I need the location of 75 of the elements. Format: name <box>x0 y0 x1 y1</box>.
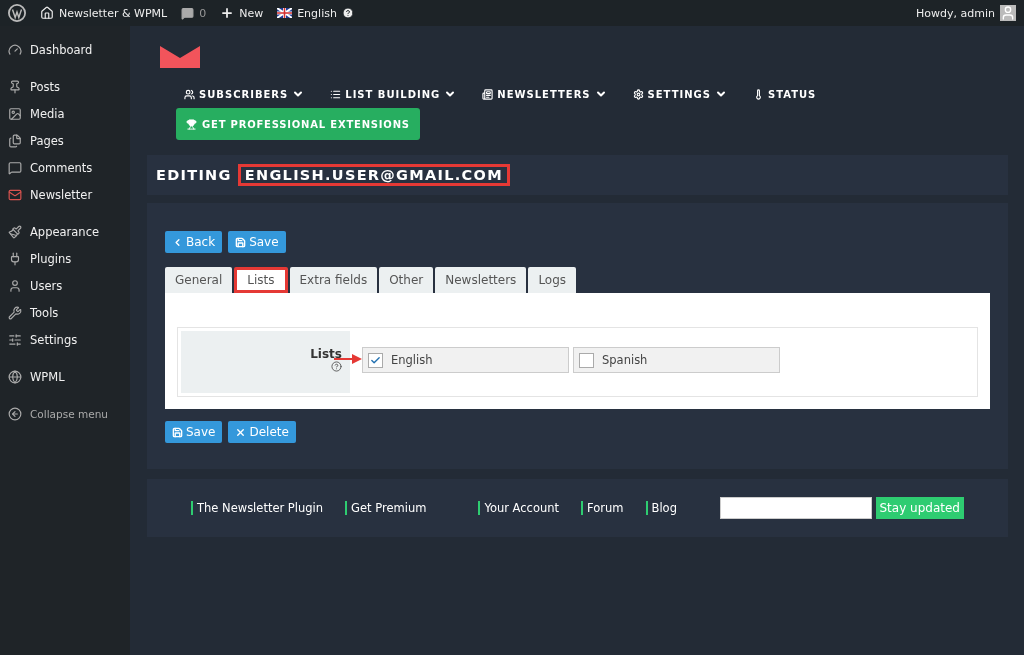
wordpress-logo[interactable] <box>8 4 26 22</box>
sidebar-item[interactable]: Posts <box>0 73 130 100</box>
gauge-icon <box>8 42 22 57</box>
tab[interactable]: General <box>165 267 233 293</box>
tab[interactable]: Extra fields <box>289 267 378 293</box>
plug-icon <box>8 251 22 266</box>
comment-count[interactable]: 0 <box>199 6 207 20</box>
sidebar-item[interactable]: Tools <box>0 299 130 326</box>
flag-icon <box>277 8 293 18</box>
plus-icon <box>220 6 235 20</box>
help-icon <box>341 7 354 19</box>
sidebar-item[interactable]: Pages <box>0 127 130 154</box>
sidebar-item[interactable]: Newsletter <box>0 181 130 208</box>
comment-icon <box>181 6 195 20</box>
sidebar-item[interactable]: Media <box>0 100 130 127</box>
option-label: English <box>391 353 433 367</box>
wrench-icon <box>8 305 22 320</box>
help-icon <box>331 361 342 372</box>
sliders-icon <box>8 332 22 347</box>
tab[interactable]: Lists <box>234 267 288 293</box>
sidebar-item[interactable]: Settings <box>0 326 130 353</box>
menu-item[interactable]: NEWSLETTERS <box>482 88 607 100</box>
tab[interactable]: Newsletters <box>435 267 527 293</box>
greeting-link[interactable]: Howdy, admin <box>916 6 995 20</box>
comment-icon <box>8 160 22 175</box>
email-heading: ENGLISH.USER@GMAIL.COM <box>237 164 510 186</box>
save-icon <box>235 236 247 248</box>
sidebar-item[interactable]: Appearance <box>0 218 130 245</box>
menu-item[interactable]: LIST BUILDING <box>330 88 457 100</box>
home-icon <box>40 6 54 20</box>
user-icon <box>8 278 22 293</box>
email-input[interactable] <box>719 497 872 519</box>
footer-link[interactable]: Get Premium <box>345 501 427 515</box>
sidebar-item[interactable]: Plugins <box>0 245 130 272</box>
site-name-link[interactable]: Newsletter & WPML <box>59 6 168 20</box>
sidebar-item[interactable]: Dashboard <box>0 36 130 63</box>
tab[interactable]: Logs <box>528 267 577 293</box>
checkbox-option[interactable]: Spanish <box>573 347 780 373</box>
avatar-icon <box>1000 5 1016 21</box>
menu-item[interactable]: SETTINGS <box>632 88 727 100</box>
language-switcher[interactable]: English <box>297 6 337 20</box>
list-icon <box>330 88 342 100</box>
pin-icon <box>8 79 22 94</box>
collapse-menu-button[interactable]: Collapse menu <box>0 400 130 427</box>
newspaper-icon <box>482 88 494 100</box>
pages-icon <box>8 133 22 148</box>
option-label: Spanish <box>602 353 648 367</box>
page-heading: EDITING <box>156 167 232 183</box>
field-label: Lists <box>310 347 342 361</box>
sidebar-item[interactable]: Users <box>0 272 130 299</box>
sidebar-item[interactable]: WPML <box>0 363 130 390</box>
settings-icon <box>632 88 644 100</box>
envelope-icon <box>8 187 22 202</box>
footer-link[interactable]: The Newsletter Plugin <box>191 501 324 515</box>
menu-item[interactable]: SUBSCRIBERS <box>184 88 305 100</box>
globe-icon <box>8 369 22 384</box>
users-icon <box>184 88 195 100</box>
new-link[interactable]: New <box>239 6 264 20</box>
checkbox[interactable] <box>579 352 594 368</box>
checkbox-option[interactable]: English <box>362 347 569 373</box>
footer-link[interactable]: Forum <box>581 501 624 515</box>
sidebar-item[interactable]: Comments <box>0 154 130 181</box>
image-icon <box>8 106 22 121</box>
arrow-left-icon <box>8 406 22 421</box>
menu-item[interactable]: STATUS <box>752 88 817 100</box>
save-icon <box>172 426 183 438</box>
envelope-logo <box>160 46 200 68</box>
check-icon <box>370 354 381 366</box>
close-icon <box>235 426 247 438</box>
tab[interactable]: Other <box>379 267 434 293</box>
footer-link[interactable]: Blog <box>645 501 677 515</box>
trophy-icon <box>186 118 197 130</box>
footer-link[interactable]: Your Account <box>478 501 560 515</box>
checkbox[interactable] <box>368 352 383 368</box>
brush-icon <box>8 224 22 239</box>
